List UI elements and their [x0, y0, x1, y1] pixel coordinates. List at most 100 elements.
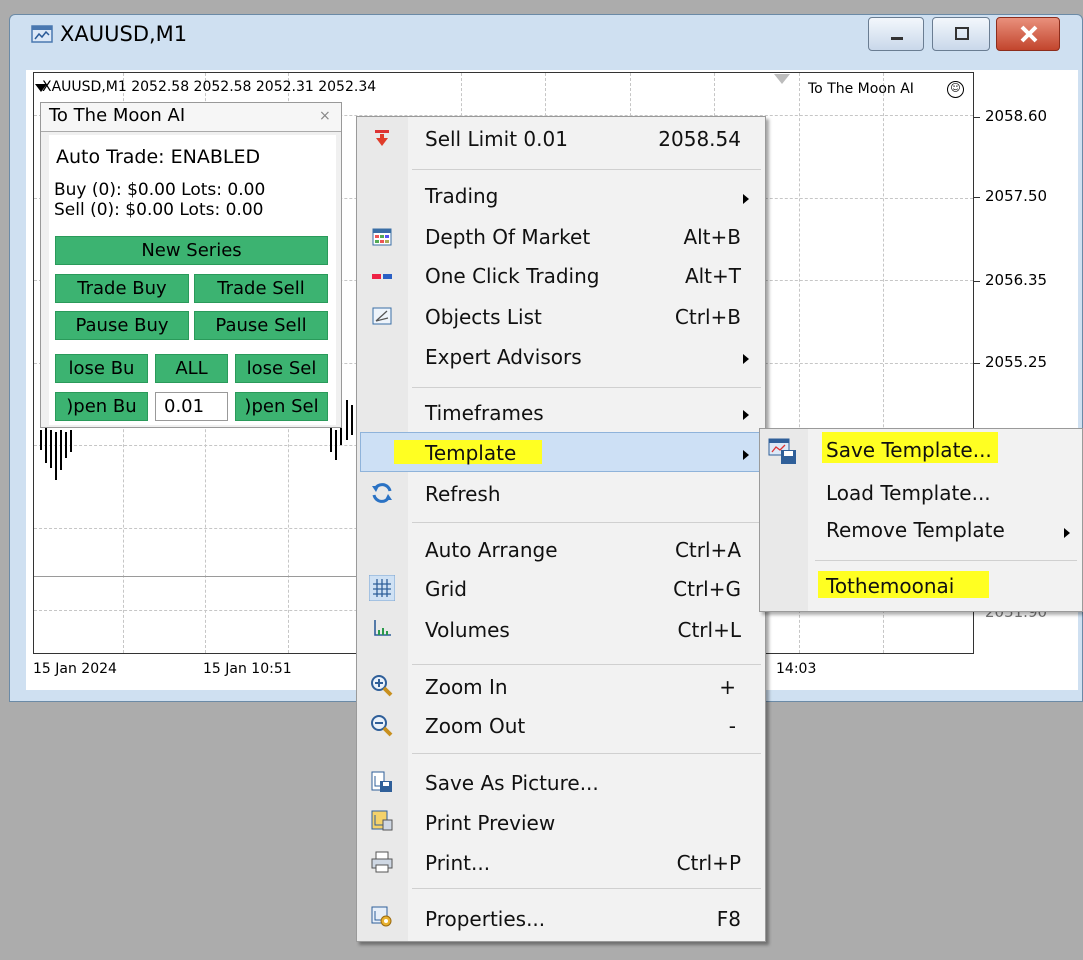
- properties-icon: [371, 906, 392, 927]
- submenu-arrow-icon: [743, 410, 749, 420]
- shortcut-label: Ctrl+B: [674, 305, 741, 329]
- close-buy-button[interactable]: lose Bu: [55, 354, 148, 383]
- candle: [346, 400, 348, 440]
- shortcut-label: Ctrl+L: [677, 618, 742, 642]
- submenu-item-tothemoonai[interactable]: Tothemoonai: [826, 574, 954, 598]
- print-preview-icon: [371, 810, 393, 831]
- trade-buy-button[interactable]: Trade Buy: [55, 274, 189, 303]
- volumes-icon: [374, 620, 391, 636]
- menu-item-save-as-picture[interactable]: Save As Picture...: [425, 771, 599, 795]
- sell-summary: Sell (0): $0.00 Lots: 0.00: [54, 200, 264, 220]
- lot-size-input[interactable]: 0.01: [155, 392, 228, 421]
- menu-item-objects-list[interactable]: Objects List: [425, 305, 542, 329]
- menu-item-trading[interactable]: Trading: [425, 184, 498, 208]
- pause-buy-button[interactable]: Pause Buy: [55, 311, 189, 340]
- candle: [55, 432, 57, 480]
- open-sell-button[interactable]: )pen Sel: [235, 392, 328, 421]
- menu-separator: [412, 664, 761, 665]
- menu-item-template[interactable]: Template: [425, 441, 516, 465]
- menu-item-depth-of-market[interactable]: Depth Of Market: [425, 225, 590, 249]
- menu-item-expert-advisors[interactable]: Expert Advisors: [425, 345, 582, 369]
- auto-trade-status: Auto Trade: ENABLED: [56, 146, 261, 168]
- close-button[interactable]: [996, 17, 1060, 51]
- menu-separator: [412, 888, 761, 889]
- candle: [50, 430, 52, 468]
- price-label: 2055.25: [985, 353, 1048, 371]
- menu-item-print[interactable]: Print...: [425, 851, 490, 875]
- trade-sell-button[interactable]: Trade Sell: [194, 274, 328, 303]
- menu-item-refresh[interactable]: Refresh: [425, 482, 501, 506]
- close-icon: [1020, 25, 1038, 43]
- candle: [330, 428, 332, 452]
- candle: [60, 430, 62, 470]
- print-icon: [371, 851, 393, 873]
- open-buy-button[interactable]: )pen Bu: [55, 392, 148, 421]
- menu-item-volumes[interactable]: Volumes: [425, 618, 510, 642]
- candle: [65, 432, 67, 458]
- pause-sell-button[interactable]: Pause Sell: [194, 311, 328, 340]
- menu-item-one-click-trading[interactable]: One Click Trading: [425, 264, 599, 288]
- menu-item-print-preview[interactable]: Print Preview: [425, 811, 555, 835]
- chart-shift-marker[interactable]: [774, 74, 790, 84]
- minimize-button[interactable]: [868, 17, 924, 51]
- candle: [40, 430, 42, 450]
- objects-list-icon: [372, 307, 392, 325]
- one-click-trading-icon: [372, 274, 392, 279]
- shortcut-label: Ctrl+G: [673, 577, 741, 601]
- refresh-icon: [372, 483, 392, 503]
- menu-separator: [412, 522, 761, 523]
- shortcut-label: Ctrl+P: [676, 851, 741, 875]
- price-label: 2056.35: [985, 271, 1048, 289]
- menu-item-sell-limit[interactable]: Sell Limit 0.01: [425, 127, 568, 151]
- submenu-arrow-icon: [743, 194, 749, 204]
- close-all-button[interactable]: ALL: [155, 354, 228, 383]
- shortcut-label: Ctrl+A: [674, 538, 741, 562]
- candle: [70, 430, 72, 452]
- menu-item-timeframes[interactable]: Timeframes: [425, 401, 544, 425]
- menu-separator: [412, 387, 761, 388]
- close-icon[interactable]: ×: [319, 108, 331, 124]
- chart-ohlc-header: XAUUSD,M1 2052.58 2052.58 2052.31 2052.3…: [42, 79, 377, 95]
- shortcut-label: -: [728, 714, 736, 738]
- menu-item-grid[interactable]: Grid: [425, 577, 467, 601]
- menu-item-properties[interactable]: Properties...: [425, 907, 545, 931]
- submenu-item-remove-template[interactable]: Remove Template: [826, 518, 1005, 542]
- menu-separator: [412, 169, 761, 170]
- candle: [351, 405, 353, 435]
- close-sell-button[interactable]: lose Sel: [235, 354, 328, 383]
- sell-limit-arrow-icon: [375, 130, 389, 146]
- chart-window-icon: [31, 25, 53, 43]
- zoom-in-icon: [371, 675, 393, 697]
- submenu-item-load-template[interactable]: Load Template...: [826, 481, 991, 505]
- new-series-button[interactable]: New Series: [55, 236, 328, 265]
- window-title: XAUUSD,M1: [60, 22, 188, 46]
- time-label: 15 Jan 10:51: [203, 661, 292, 677]
- menu-item-auto-arrange[interactable]: Auto Arrange: [425, 538, 558, 562]
- submenu-item-save-template[interactable]: Save Template...: [826, 438, 992, 462]
- save-picture-icon: [371, 771, 392, 792]
- expert-advisor-name: To The Moon AI: [808, 81, 914, 97]
- menu-item-sell-limit-price: 2058.54: [658, 127, 741, 151]
- smiley-icon[interactable]: ☺: [947, 81, 964, 98]
- candle: [340, 425, 342, 445]
- ea-panel-title: To The Moon AI: [49, 105, 186, 126]
- maximize-button[interactable]: [932, 17, 990, 51]
- candle: [45, 428, 47, 463]
- submenu-arrow-icon: [743, 354, 749, 364]
- save-template-icon: [768, 438, 796, 464]
- menu-separator: [412, 753, 761, 754]
- grid-icon: [369, 575, 395, 601]
- submenu-arrow-icon: [1064, 528, 1070, 538]
- menu-item-zoom-out[interactable]: Zoom Out: [425, 714, 525, 738]
- shortcut-label: F8: [716, 907, 741, 931]
- buy-summary: Buy (0): $0.00 Lots: 0.00: [54, 180, 266, 200]
- shortcut-label: +: [719, 675, 736, 699]
- shortcut-label: Alt+T: [684, 264, 741, 288]
- menu-separator: [815, 560, 1077, 561]
- time-label: 15 Jan 2024: [33, 661, 117, 677]
- shortcut-label: Alt+B: [683, 225, 741, 249]
- menu-item-zoom-in[interactable]: Zoom In: [425, 675, 508, 699]
- candle: [335, 430, 337, 460]
- minimize-icon: [891, 37, 903, 40]
- time-label: 14:03: [776, 661, 817, 677]
